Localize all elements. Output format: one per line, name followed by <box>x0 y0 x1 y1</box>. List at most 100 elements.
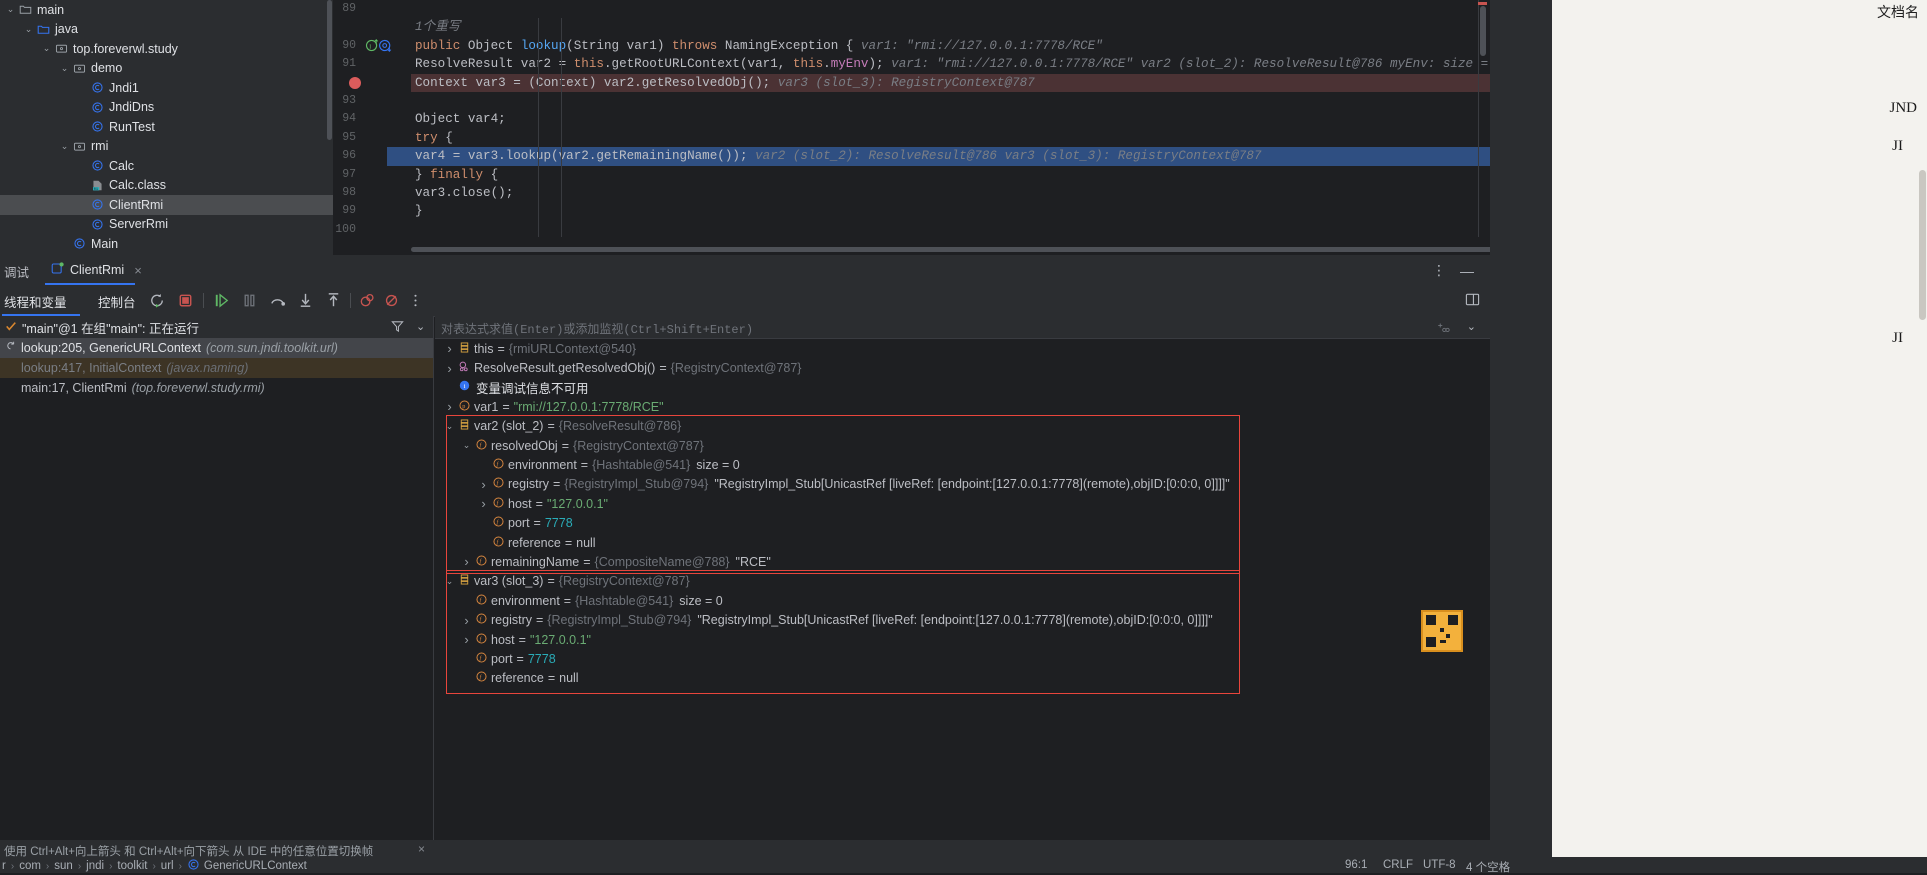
tree-item-calc-class[interactable]: 01 Calc.class <box>0 176 333 196</box>
pause-button[interactable] <box>240 291 259 310</box>
variable-row-var2-slot-2-[interactable]: ⌄ var2 (slot_2) = {ResolveResult@786} <box>435 417 1490 436</box>
variable-row-environment[interactable]: f environment = {Hashtable@541} size = 0 <box>435 455 1490 474</box>
chevron-right-icon[interactable]: › <box>443 341 456 356</box>
filter-frames-icon[interactable] <box>390 319 405 337</box>
add-watch-icon[interactable] <box>1437 321 1450 337</box>
project-tree-scroll-thumb[interactable] <box>327 0 332 140</box>
variable-row--[interactable]: i 变量调试信息不可用 <box>435 378 1490 397</box>
gutter-line-94[interactable]: 94 <box>333 110 411 128</box>
tree-item-clientrmi[interactable]: ClientRmi <box>0 195 333 215</box>
code-line-93[interactable] <box>411 92 1490 110</box>
chevron-down-icon[interactable]: ⌄ <box>4 5 17 14</box>
chevron-right-icon[interactable]: › <box>443 361 456 376</box>
gutter-line-95[interactable]: 95 <box>333 129 411 147</box>
breadcrumb-segment[interactable]: com <box>19 860 41 872</box>
frames-panel[interactable]: "main"@1 在组"main": 正在运行 lookup:205, Gene… <box>0 316 434 841</box>
chevron-down-icon[interactable]: ⌄ <box>22 24 35 34</box>
variables-panel[interactable]: 对表达式求值(Enter)或添加监视(Ctrl+Shift+Enter) ⌄ ›… <box>435 316 1490 841</box>
editor-vertical-scrollbar[interactable] <box>1480 6 1486 56</box>
rerun-button[interactable] <box>148 291 167 310</box>
thread-row[interactable]: "main"@1 在组"main": 正在运行 <box>0 316 434 338</box>
chevron-down-icon[interactable]: ⌄ <box>443 576 456 587</box>
variable-row-remainingname[interactable]: › f remainingName = {CompositeName@788} "RCE" <box>435 552 1490 571</box>
line-separator[interactable]: CRLF <box>1383 859 1413 871</box>
code-line-fold-hint[interactable]: 1个重写 <box>411 18 1490 36</box>
gutter-line-98[interactable]: 98 <box>333 184 411 202</box>
gutter-line-99[interactable]: 99 <box>333 202 411 220</box>
tree-item-main[interactable]: Main <box>0 234 333 254</box>
code-line-94[interactable]: Object var4; <box>411 110 1490 128</box>
breakpoint-icon[interactable] <box>349 76 361 89</box>
chevron-down-icon[interactable]: ⌄ <box>460 440 473 451</box>
code-line-95[interactable]: try { <box>411 129 1490 147</box>
step-out-button[interactable] <box>324 291 343 310</box>
frame-row[interactable]: lookup:205, GenericURLContext (com.sun.jn… <box>0 338 434 358</box>
tree-item-top-foreverwl-study[interactable]: ⌄ top.foreverwl.study <box>0 39 333 59</box>
code-line-98[interactable]: var3.close(); <box>411 184 1490 202</box>
chevron-down-icon[interactable]: ⌄ <box>443 421 456 432</box>
close-icon[interactable]: × <box>134 263 142 278</box>
code-line-91[interactable]: ResolveResult var2 = this.getRootURLCont… <box>411 55 1490 73</box>
breadcrumb-segment[interactable]: sun <box>54 860 73 872</box>
minimize-icon[interactable]: — <box>1460 263 1474 279</box>
tree-item-main[interactable]: ⌄ main <box>0 0 333 20</box>
breadcrumb-segment[interactable]: url <box>161 860 174 872</box>
frame-row[interactable]: lookup:417, InitialContext (javax.naming) <box>0 358 434 378</box>
tree-item-calc[interactable]: Calc <box>0 156 333 176</box>
document-scrollbar[interactable] <box>1919 170 1926 320</box>
tree-item-jndi1[interactable]: Jndi1 <box>0 78 333 98</box>
editor-code-area[interactable]: 1个重写 public Object lookup(String var1) th… <box>411 0 1490 255</box>
gutter-line-96[interactable]: 96 <box>333 147 411 166</box>
gutter-line-fold[interactable] <box>333 18 411 36</box>
tree-item-demo[interactable]: ⌄ demo <box>0 59 333 79</box>
chevron-down-icon[interactable]: ⌄ <box>58 63 71 73</box>
breadcrumb-segment[interactable]: r <box>2 860 6 872</box>
chevron-right-icon[interactable]: › <box>477 477 490 492</box>
breadcrumb-segment[interactable]: GenericURLContext <box>187 858 307 874</box>
gutter-line-89[interactable]: 89 <box>333 0 411 18</box>
resume-button[interactable] <box>212 291 231 310</box>
watch-expression-bar[interactable]: 对表达式求值(Enter)或添加监视(Ctrl+Shift+Enter) ⌄ <box>435 316 1490 339</box>
chevron-right-icon[interactable]: › <box>460 632 473 647</box>
tree-item-runtest[interactable]: RunTest <box>0 117 333 137</box>
mute-breakpoints-button[interactable] <box>382 291 401 310</box>
more-options-icon[interactable]: ⋮ <box>1432 263 1446 277</box>
code-line-99[interactable]: } <box>411 202 1490 220</box>
variable-row-registry[interactable]: › f registry = {RegistryImpl_Stub@794} "Regis… <box>435 610 1490 629</box>
variable-row-port[interactable]: f port = 7778 <box>435 649 1490 668</box>
chevron-right-icon[interactable]: › <box>460 554 473 569</box>
watch-input[interactable]: 对表达式求值(Enter)或添加监视(Ctrl+Shift+Enter) <box>441 320 753 337</box>
variable-row-host[interactable]: › f host = "127.0.0.1" <box>435 494 1490 513</box>
variable-row-host[interactable]: › f host = "127.0.0.1" <box>435 630 1490 649</box>
code-line-92[interactable]: Context var3 = (Context) var2.getResolve… <box>411 73 1490 92</box>
file-encoding[interactable]: UTF-8 <box>1423 859 1456 871</box>
code-line-89[interactable] <box>411 0 1490 18</box>
code-line-90[interactable]: public Object lookup(String var1) throws… <box>411 37 1490 55</box>
variable-row-resolveresult-getresolvedobj-[interactable]: › ResolveResult.getResolvedObj() = {Registr… <box>435 358 1490 377</box>
stop-button[interactable] <box>176 291 195 310</box>
variable-row-port[interactable]: f port = 7778 <box>435 514 1490 533</box>
step-over-button[interactable] <box>268 291 287 310</box>
more-toolbar-button[interactable] <box>406 291 425 310</box>
chevron-down-icon[interactable]: ⌄ <box>40 44 53 53</box>
override-marker-icon[interactable]: I <box>365 38 395 56</box>
variable-row-this[interactable]: › this = {rmiURLContext@540} <box>435 339 1490 358</box>
breadcrumb[interactable]: r › com › sun › jndi › toolkit › url › GenericURLCon… <box>2 858 307 874</box>
frame-row[interactable]: main:17, ClientRmi (top.foreverwl.study.r… <box>0 378 434 398</box>
chevron-right-icon[interactable]: › <box>477 496 490 511</box>
variable-row-registry[interactable]: › f registry = {RegistryImpl_Stub@794} "Regis… <box>435 475 1490 494</box>
split-layout-button[interactable] <box>1465 292 1480 310</box>
gutter-line-91[interactable]: 91 <box>333 55 411 73</box>
debug-session-tab-clientrmi[interactable]: ClientRmi × <box>45 255 148 285</box>
variable-row-var1[interactable]: › p var1 = "rmi://127.0.0.1:7778/RCE" <box>435 397 1490 416</box>
project-tree-panel[interactable]: ⌄ main ⌄ java ⌄ top.foreverwl.study ⌄ demo Jndi1… <box>0 0 333 255</box>
chevron-down-icon[interactable]: ⌄ <box>58 141 71 151</box>
gutter-line-92[interactable] <box>333 74 411 92</box>
document-preview-pane[interactable]: 文档名 JND JI JI <box>1552 0 1927 857</box>
editor-gutter[interactable]: 8990I9193949596979899100101 <box>333 0 411 255</box>
step-into-button[interactable] <box>296 291 315 310</box>
tree-item-jndidns[interactable]: JndiDns <box>0 98 333 118</box>
breadcrumb-segment[interactable]: jndi <box>86 860 104 872</box>
close-icon[interactable]: × <box>418 842 425 856</box>
variable-row-reference[interactable]: f reference = null <box>435 669 1490 688</box>
